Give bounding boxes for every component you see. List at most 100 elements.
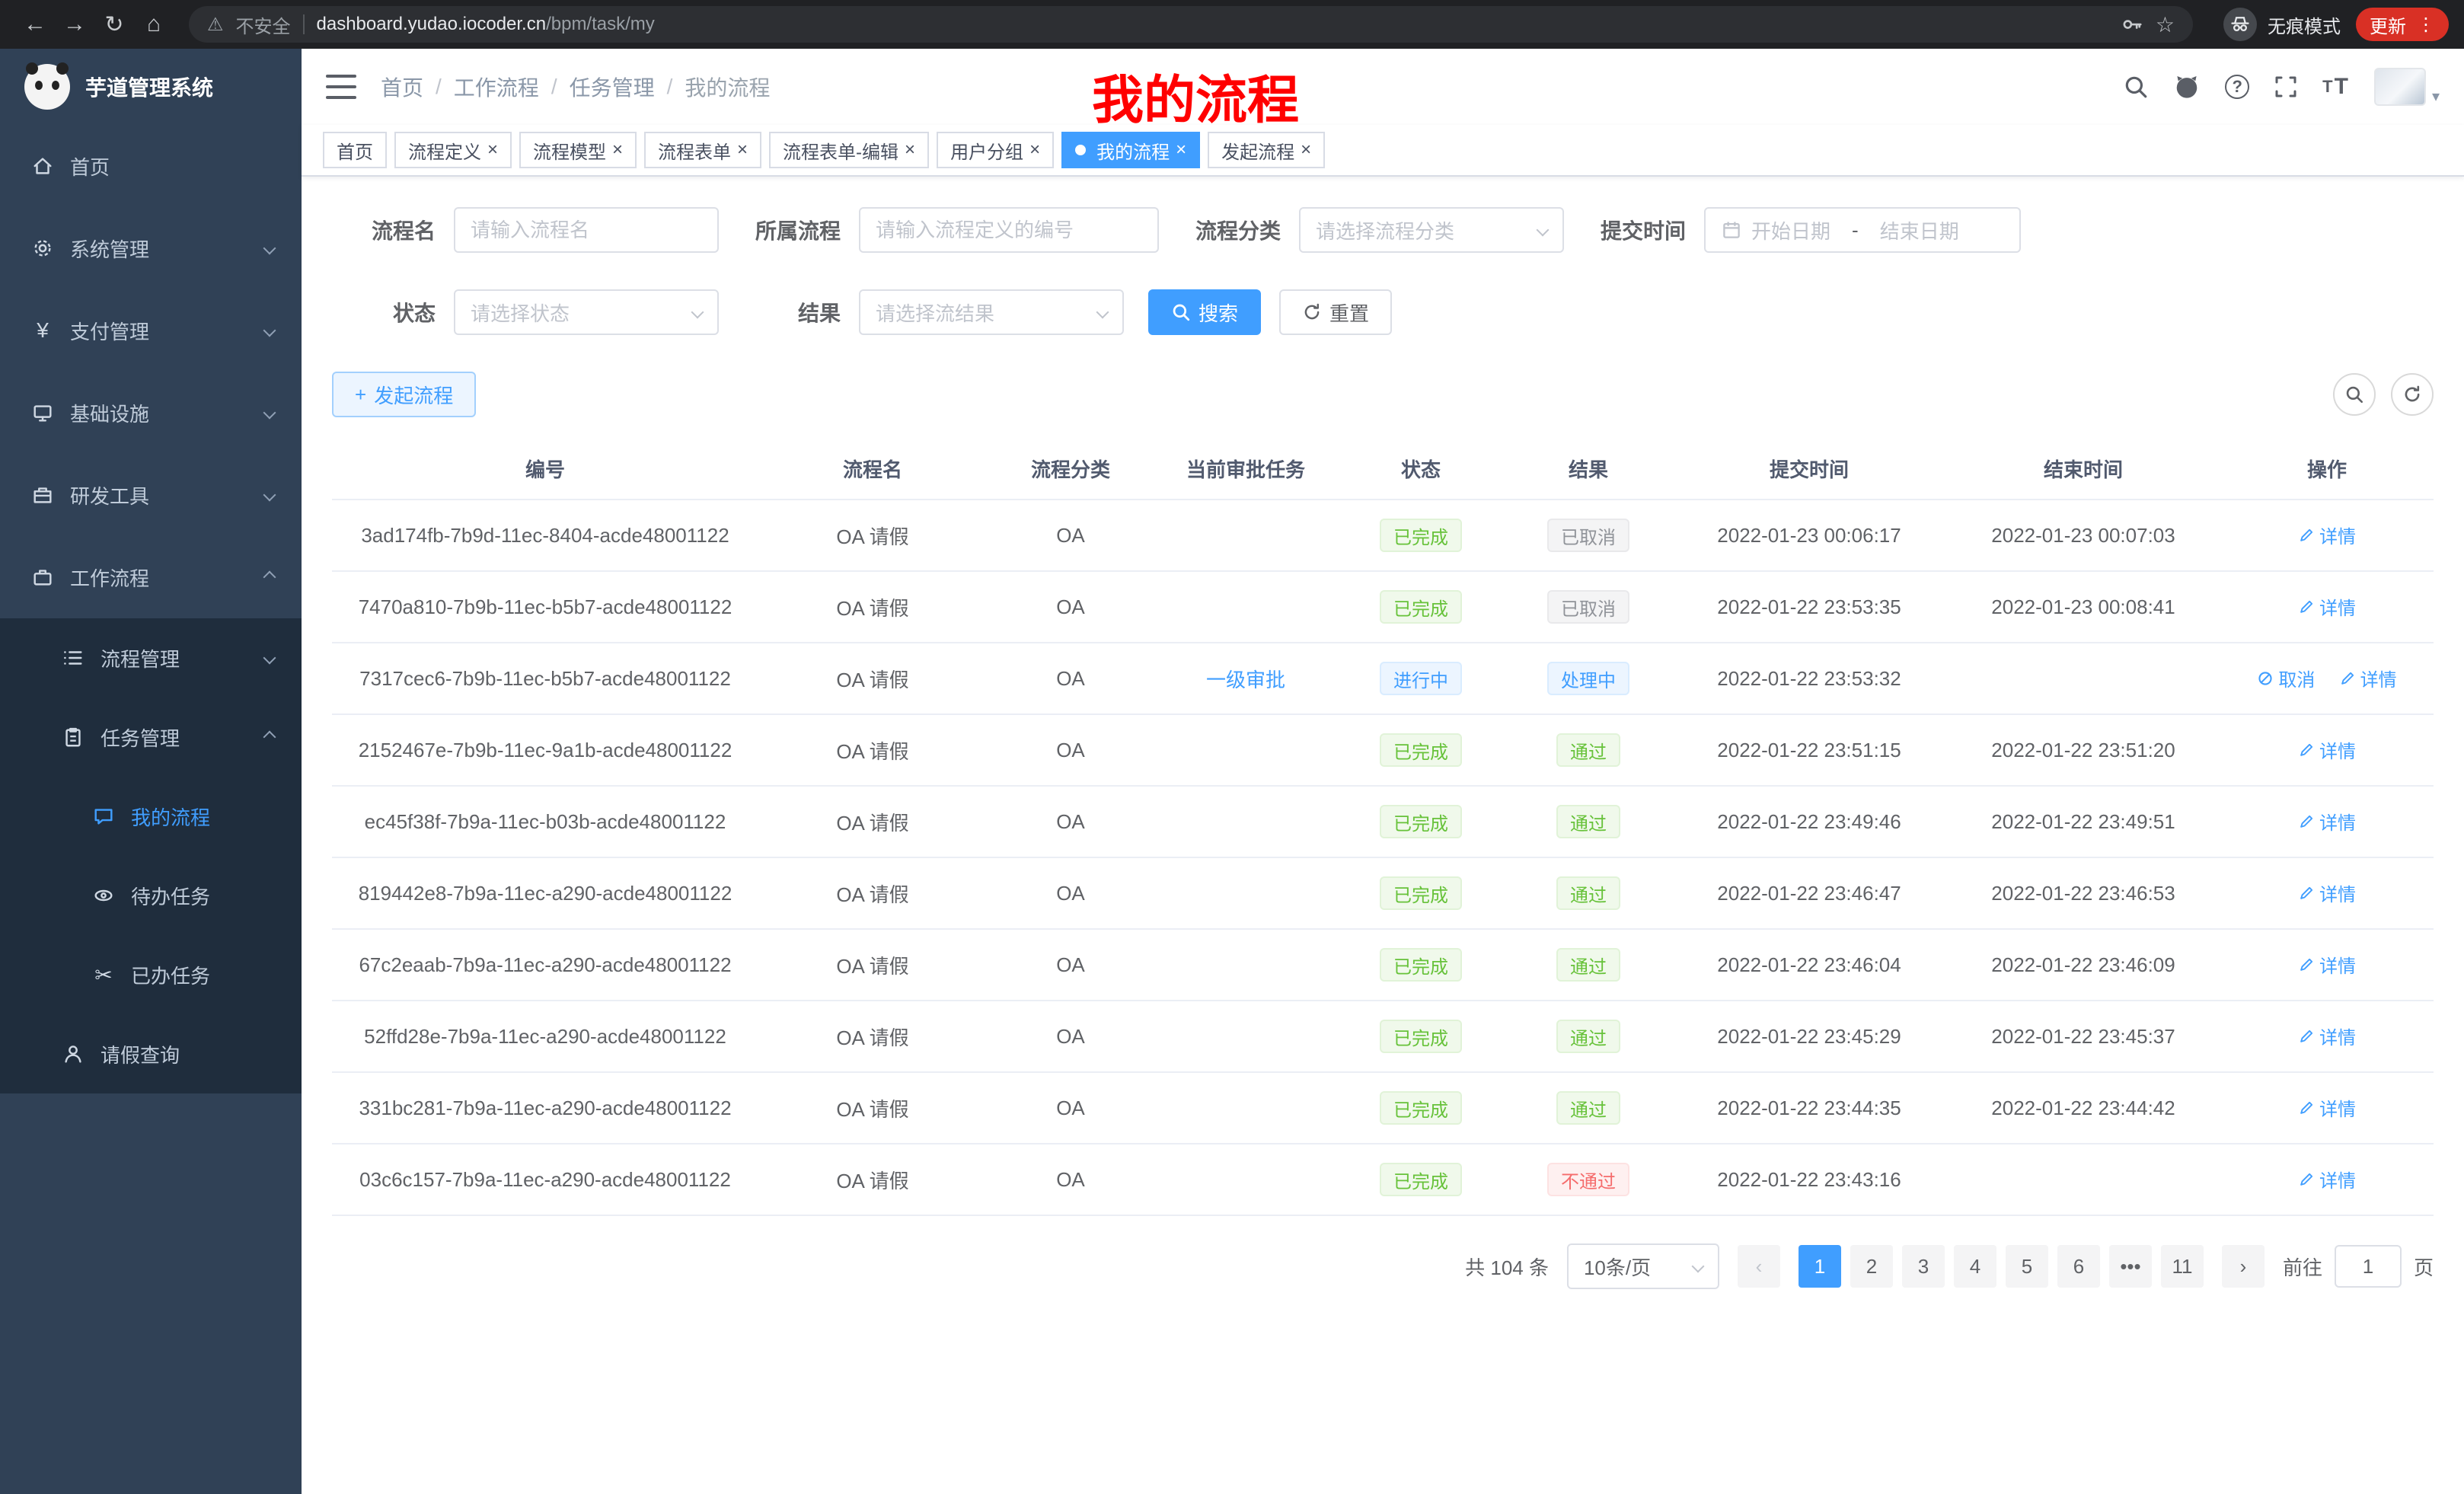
status-tag: 已完成 <box>1380 805 1462 838</box>
update-button[interactable]: 更新 ⋮ <box>2356 8 2449 41</box>
breadcrumb-home[interactable]: 首页 <box>381 72 423 102</box>
tab-close-icon[interactable]: × <box>1301 141 1311 159</box>
back-icon[interactable]: ← <box>15 5 55 44</box>
toggle-search-icon-button[interactable] <box>2333 373 2376 416</box>
sidebar-item-infra[interactable]: 基础设施 <box>0 372 302 454</box>
detail-link[interactable]: 详情 <box>2298 736 2356 763</box>
detail-link[interactable]: 详情 <box>2339 665 2397 691</box>
page-button[interactable]: 5 <box>2006 1245 2048 1288</box>
col-current-task: 当前审批任务 <box>1154 439 1337 500</box>
search-button[interactable]: 搜索 <box>1148 289 1261 335</box>
bookmark-star-icon[interactable]: ☆ <box>2156 12 2175 37</box>
end-date-input[interactable]: 结束日期 <box>1880 216 1959 244</box>
page-button[interactable]: 6 <box>2057 1245 2100 1288</box>
chevron-down-icon <box>1691 1260 1704 1273</box>
prev-page-button[interactable]: ‹ <box>1738 1245 1780 1288</box>
tab[interactable]: 用户分组 × <box>937 132 1054 168</box>
detail-link[interactable]: 详情 <box>2298 1166 2356 1192</box>
tab-close-icon[interactable]: × <box>905 141 915 159</box>
avatar[interactable] <box>2374 68 2426 106</box>
sidebar-item-my-process[interactable]: 我的流程 <box>0 777 302 856</box>
page-button[interactable]: 4 <box>1954 1245 1996 1288</box>
tab-close-icon[interactable]: × <box>487 141 498 159</box>
fullscreen-icon[interactable] <box>2274 75 2298 99</box>
tab[interactable]: 发起流程 × <box>1208 132 1325 168</box>
detail-link[interactable]: 详情 <box>2298 808 2356 835</box>
page-button[interactable]: 2 <box>1850 1245 1893 1288</box>
breadcrumb-workflow[interactable]: 工作流程 <box>454 72 539 102</box>
tab[interactable]: 我的流程 × <box>1061 132 1200 168</box>
detail-link[interactable]: 详情 <box>2298 593 2356 620</box>
user-menu[interactable]: ▾ <box>2374 68 2440 106</box>
search-icon[interactable] <box>2123 74 2149 100</box>
page-button[interactable]: 3 <box>1902 1245 1945 1288</box>
sidebar-item-task-mgmt[interactable]: 任务管理 <box>0 698 302 777</box>
tab-close-icon[interactable]: × <box>1176 141 1186 159</box>
browser-menu-icon[interactable]: ⋮ <box>2417 14 2435 36</box>
sidebar-item-done-tasks[interactable]: ✂ 已办任务 <box>0 935 302 1014</box>
sidebar-item-home[interactable]: 首页 <box>0 125 302 207</box>
detail-link[interactable]: 详情 <box>2298 1094 2356 1121</box>
reload-icon[interactable]: ↻ <box>94 5 134 44</box>
category-select[interactable]: 请选择流程分类 <box>1299 207 1564 253</box>
tab-close-icon[interactable]: × <box>1029 141 1040 159</box>
cell-name: OA 请假 <box>758 500 987 571</box>
result-tag: 已取消 <box>1547 590 1629 624</box>
home-icon[interactable]: ⌂ <box>134 5 174 44</box>
reset-button[interactable]: 重置 <box>1279 289 1392 335</box>
page-size-select[interactable]: 10条/页 <box>1567 1243 1719 1289</box>
chevron-down-icon <box>263 489 276 502</box>
tab[interactable]: 首页 <box>323 132 387 168</box>
tab[interactable]: 流程表单 × <box>644 132 761 168</box>
sidebar-item-leave-query[interactable]: 请假查询 <box>0 1014 302 1093</box>
page-url[interactable]: dashboard.yudao.iocoder.cn/bpm/task/my <box>317 14 655 35</box>
page-button[interactable]: ••• <box>2109 1245 2152 1288</box>
tab-close-icon[interactable]: × <box>612 141 623 159</box>
process-key-input[interactable] <box>876 219 1142 242</box>
font-size-icon[interactable]: TT <box>2322 74 2350 100</box>
table-row: 7470a810-7b9b-11ec-b5b7-acde48001122 OA … <box>332 571 2434 643</box>
hamburger-icon[interactable] <box>326 75 356 99</box>
table-row: 67c2eaab-7b9a-11ec-a290-acde48001122 OA … <box>332 929 2434 1001</box>
cell-end-time: 2022-01-22 23:45:37 <box>1946 1001 2220 1072</box>
table-row: 331bc281-7b9a-11ec-a290-acde48001122 OA … <box>332 1072 2434 1144</box>
current-task-link[interactable]: 一级审批 <box>1206 669 1285 691</box>
goto-page-input[interactable] <box>2335 1245 2402 1288</box>
sidebar-item-system[interactable]: 系统管理 <box>0 207 302 289</box>
password-key-icon[interactable] <box>2121 13 2143 36</box>
page-button[interactable]: 1 <box>1799 1245 1841 1288</box>
result-select[interactable]: 请选择流结果 <box>859 289 1124 335</box>
sidebar-item-devtools[interactable]: 研发工具 <box>0 454 302 536</box>
next-page-button[interactable]: › <box>2222 1245 2265 1288</box>
refresh-icon-button[interactable] <box>2391 373 2434 416</box>
col-end-time: 结束时间 <box>1946 439 2220 500</box>
tab[interactable]: 流程定义 × <box>394 132 512 168</box>
help-icon[interactable]: ? <box>2225 75 2249 99</box>
detail-link[interactable]: 详情 <box>2298 951 2356 978</box>
sidebar-item-workflow[interactable]: 工作流程 <box>0 536 302 618</box>
address-bar[interactable]: ⚠ 不安全 dashboard.yudao.iocoder.cn/bpm/tas… <box>189 6 2193 43</box>
page-button[interactable]: 11 <box>2161 1245 2204 1288</box>
detail-link[interactable]: 详情 <box>2298 879 2356 906</box>
detail-link[interactable]: 详情 <box>2298 1023 2356 1049</box>
sidebar-item-process-mgmt[interactable]: 流程管理 <box>0 618 302 698</box>
col-name: 流程名 <box>758 439 987 500</box>
start-date-input[interactable]: 开始日期 <box>1751 216 1830 244</box>
forward-icon[interactable]: → <box>55 5 94 44</box>
tab[interactable]: 流程模型 × <box>519 132 637 168</box>
cancel-link[interactable]: 取消 <box>2257 665 2315 691</box>
tab[interactable]: 流程表单-编辑 × <box>769 132 929 168</box>
process-name-input[interactable] <box>471 219 702 242</box>
sidebar-item-payment[interactable]: ¥ 支付管理 <box>0 289 302 372</box>
submit-time-range[interactable]: 开始日期 - 结束日期 <box>1704 207 2021 253</box>
tab-close-icon[interactable]: × <box>737 141 748 159</box>
breadcrumb-task-mgmt[interactable]: 任务管理 <box>570 72 655 102</box>
status-select[interactable]: 请选择状态 <box>454 289 719 335</box>
process-table: 编号 流程名 流程分类 当前审批任务 状态 结果 提交时间 结束时间 操作 <box>332 439 2434 1216</box>
create-process-button[interactable]: + 发起流程 <box>332 372 476 417</box>
github-icon[interactable] <box>2173 73 2201 101</box>
cell-name: OA 请假 <box>758 1144 987 1215</box>
sidebar-item-todo-tasks[interactable]: 待办任务 <box>0 856 302 935</box>
detail-link[interactable]: 详情 <box>2298 522 2356 548</box>
security-label[interactable]: 不安全 <box>236 11 291 38</box>
